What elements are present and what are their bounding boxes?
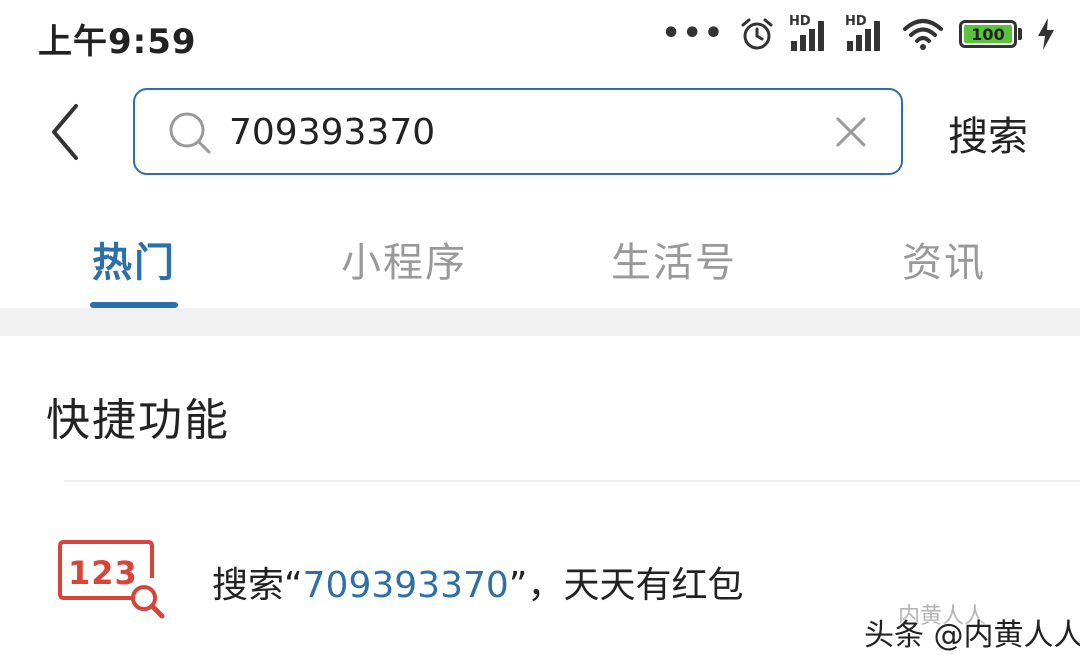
status-time: 上午9:59 xyxy=(38,22,197,62)
back-button[interactable] xyxy=(40,100,100,164)
tab-life-accounts[interactable]: 生活号 xyxy=(611,230,737,288)
section-title: 快捷功能 xyxy=(46,395,230,446)
clear-icon[interactable] xyxy=(833,114,869,150)
chevron-left-icon xyxy=(52,104,78,160)
wifi-icon xyxy=(903,19,943,50)
divider xyxy=(64,480,1080,482)
search-button[interactable]: 搜索 xyxy=(948,104,1028,162)
section-separator xyxy=(0,308,1080,336)
more-dots-icon: ••• xyxy=(661,16,725,51)
number-icon-text: 123 xyxy=(68,554,138,592)
quick-item-prefix: 搜索“ xyxy=(212,565,303,606)
quick-item-label: 搜索“709393370”，天天有红包 xyxy=(212,556,743,608)
battery-level: 100 xyxy=(964,25,1012,44)
signal-1-icon: HD xyxy=(789,14,831,51)
signal-2-icon: HD xyxy=(845,14,887,51)
battery-icon: 100 xyxy=(959,20,1022,48)
tab-hot[interactable]: 热门 xyxy=(92,230,176,288)
charging-bolt-icon xyxy=(1038,18,1054,50)
watermark: 头条 @内黄人人 xyxy=(864,618,1080,653)
status-bar: 上午9:59 ••• HD HD 100 xyxy=(0,0,1080,70)
search-input[interactable] xyxy=(229,106,809,158)
tab-bar: 热门 小程序 生活号 资讯 xyxy=(0,218,1080,308)
quick-item-suffix: ”，天天有红包 xyxy=(508,565,744,606)
status-icons: ••• HD HD 100 xyxy=(661,12,1056,56)
tab-mini-programs[interactable]: 小程序 xyxy=(341,230,467,288)
alarm-icon xyxy=(741,18,773,50)
number-search-icon: 123 xyxy=(58,540,165,619)
quick-item-number: 709393370 xyxy=(302,565,509,606)
search-box[interactable] xyxy=(133,88,903,175)
search-icon xyxy=(169,112,211,154)
tab-news[interactable]: 资讯 xyxy=(902,230,986,288)
